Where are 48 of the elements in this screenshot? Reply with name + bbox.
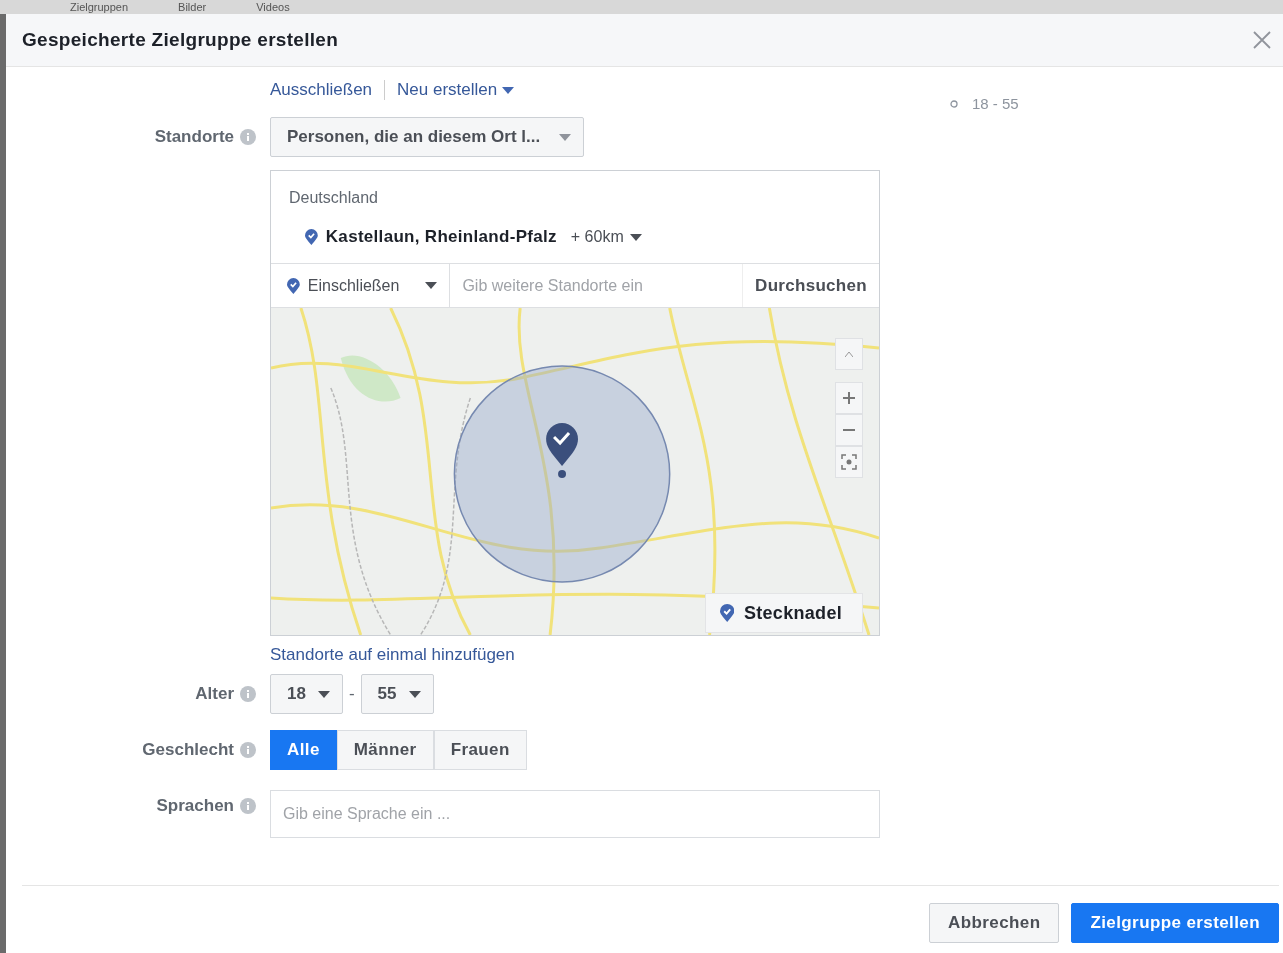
- drop-pin-button[interactable]: Stecknadel: [704, 593, 863, 633]
- info-icon: [240, 686, 256, 702]
- info-icon: [240, 742, 256, 758]
- caret-icon: [425, 282, 438, 289]
- radius-select[interactable]: + 60km: [564, 228, 642, 246]
- background-tab-label: Zielgruppen: [70, 0, 129, 14]
- create-button[interactable]: Zielgruppe erstellen: [1071, 903, 1279, 943]
- location-name: Kastellaun, Rheinland-Pfalz: [325, 227, 557, 247]
- caret-icon: [629, 233, 642, 241]
- audience-type-select[interactable]: Personen, die an diesem Ort l...: [270, 117, 584, 157]
- bulk-locations-link[interactable]: Standorte auf einmal hinzufügen: [270, 644, 880, 666]
- link[interactable]: Ausschließen: [270, 80, 373, 100]
- map-pin-icon: [305, 229, 318, 245]
- caret-icon: [408, 690, 421, 698]
- caret-icon: [559, 133, 571, 141]
- field-label: Sprachen: [156, 796, 234, 816]
- language-field[interactable]: Gib eine Sprache ein ...: [270, 790, 880, 838]
- map-pin-icon: [287, 277, 300, 294]
- zoom-in-button[interactable]: [835, 382, 863, 414]
- focus-icon: [841, 454, 857, 470]
- close-button[interactable]: [1251, 29, 1273, 51]
- gender-option[interactable]: Frauen: [433, 730, 527, 770]
- dialog-title: Gespeicherte Zielgruppe erstellen: [22, 29, 339, 51]
- max-age-select[interactable]: 55: [360, 674, 434, 714]
- background-tab-label: Videos: [256, 0, 290, 14]
- info-icon: [240, 129, 256, 145]
- map-pin-icon: [719, 604, 734, 622]
- cancel-button[interactable]: Abbrechen: [929, 903, 1060, 943]
- field-label: Alter: [195, 684, 234, 704]
- recenter-button[interactable]: [835, 446, 863, 478]
- gender-option[interactable]: Alle: [270, 730, 337, 770]
- background-tab-label: Bilder: [178, 0, 207, 14]
- plus-icon: [843, 392, 855, 404]
- country-label: Deutschland: [289, 189, 379, 207]
- gender-option[interactable]: Männer: [336, 730, 434, 770]
- caret-icon: [317, 690, 330, 698]
- info-icon: [240, 798, 256, 814]
- link[interactable]: Neu erstellen: [397, 80, 515, 100]
- close-icon: [1253, 31, 1271, 49]
- minus-icon: [843, 429, 855, 431]
- summary-item: 18 - 55: [950, 95, 1019, 112]
- chevron-up-icon: [845, 351, 853, 357]
- zoom-out-button[interactable]: [835, 414, 863, 446]
- range-separator: -: [348, 684, 355, 704]
- field-label: Standorte: [154, 127, 234, 147]
- field-label: Geschlecht: [142, 740, 234, 760]
- bullet-icon: [950, 99, 958, 108]
- min-age-select[interactable]: 18: [270, 674, 343, 714]
